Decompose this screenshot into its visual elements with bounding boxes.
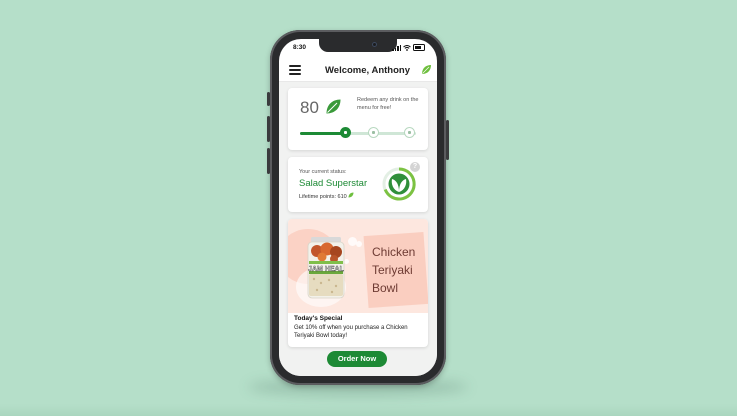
order-now-button[interactable]: Order Now: [327, 351, 387, 367]
jar-label: JAM HEAL: [308, 266, 345, 273]
status-label: Your current status:: [299, 169, 347, 175]
signal-icon: [392, 44, 401, 51]
drink-icon[interactable]: [340, 127, 351, 138]
leaf-icon: [326, 99, 341, 114]
page-title: Welcome, Anthony: [325, 65, 410, 76]
mute-switch: [267, 92, 270, 106]
help-icon[interactable]: ?: [410, 162, 420, 172]
sandwich-icon[interactable]: [404, 127, 415, 138]
lifetime-points: Lifetime points: 610: [299, 192, 354, 200]
decor-dot: [356, 241, 362, 247]
volume-up-button: [267, 116, 270, 142]
floor: [0, 404, 737, 416]
wifi-icon: [403, 44, 411, 51]
status-icons: [392, 44, 425, 51]
app-header: Welcome, Anthony: [279, 59, 437, 82]
status-name: Salad Superstar: [299, 178, 368, 189]
lifetime-points-text: Lifetime points: 610: [299, 194, 347, 200]
rewards-progress-bar: [300, 127, 416, 138]
dish-name: Chicken Teriyaki Bowl: [372, 245, 416, 295]
special-description: Get 10% off when you purchase a Chicken …: [294, 325, 408, 339]
status-time: 8:30: [293, 44, 307, 51]
power-button: [446, 120, 449, 160]
special-heading: Today's Special: [294, 315, 343, 322]
status-card[interactable]: Your current status: Salad Superstar Lif…: [288, 157, 428, 212]
leaf-icon: [422, 65, 431, 74]
redeem-text: Redeem any drink on the menu for free!: [357, 97, 419, 111]
rewards-card[interactable]: 80 Redeem any drink on the menu for free…: [288, 88, 428, 150]
battery-icon: [413, 44, 425, 51]
special-image: JAM HEAL Chicken Teriyaki Bowl: [288, 219, 428, 313]
points-value: 80: [300, 98, 319, 117]
special-card[interactable]: JAM HEAL Chicken Teriyaki Bowl Today's S…: [288, 219, 428, 347]
leaf-badge-icon: [382, 167, 416, 201]
leaf-icon: [348, 192, 354, 198]
bowl-icon[interactable]: [368, 127, 379, 138]
app-screen: 8:30 Welcome, Anthony 80 Redeem any drin…: [279, 39, 437, 376]
front-camera: [372, 42, 377, 47]
notch: [319, 39, 397, 52]
food-jar-image: JAM HEAL: [307, 237, 345, 299]
main-content[interactable]: 80 Redeem any drink on the menu for free…: [279, 82, 437, 376]
hamburger-menu-icon[interactable]: [289, 65, 301, 75]
volume-down-button: [267, 148, 270, 174]
